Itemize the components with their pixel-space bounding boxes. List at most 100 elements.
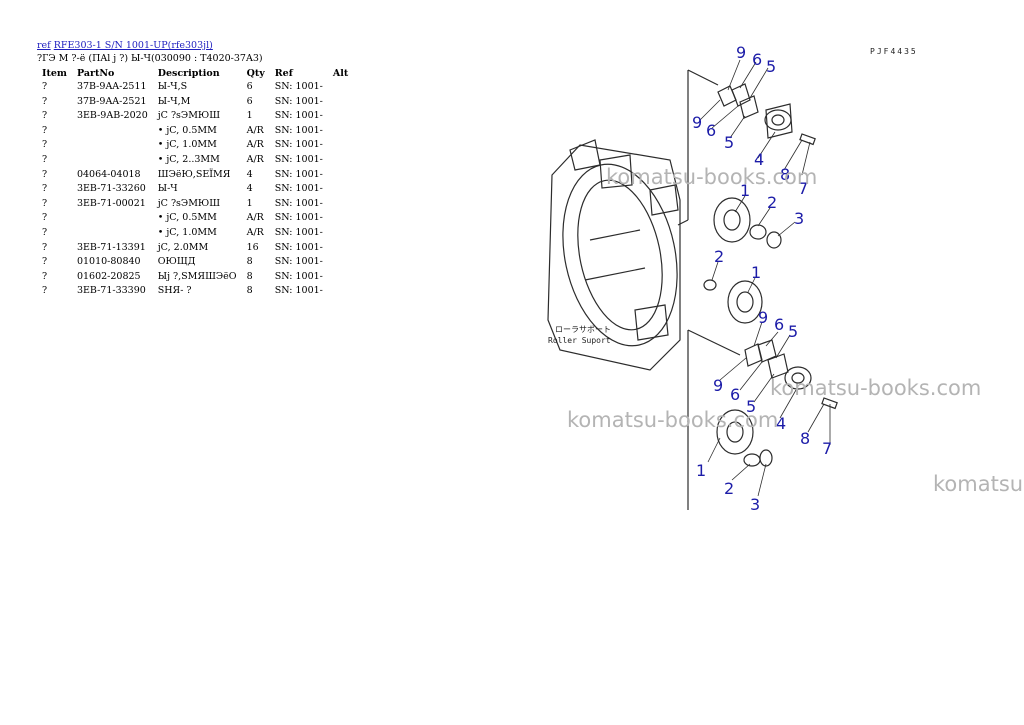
table-row: ? 3EB-71-33390 SНЯ- ? 8 SN: 1001-: [37, 285, 353, 300]
cell-partno: 3EB-71-33260: [76, 183, 146, 195]
cell-qty: A/R: [246, 124, 264, 136]
col-ref-header: Ref: [274, 68, 293, 79]
cell-qty: 16: [246, 241, 259, 253]
callout-number: 9: [692, 113, 702, 132]
table-row: ? 37B-9AA-2521 Ы-Ч,M 6 SN: 1001-: [37, 96, 353, 111]
cell-ref: SN: 1001-: [274, 270, 323, 282]
parts-table: Item PartNo Description Qty Ref Alt ? 37B…: [37, 66, 353, 300]
table-row: ? 01010-80840 ОЮЩД 8 SN: 1001-: [37, 256, 353, 271]
cell-item: ?: [42, 95, 48, 107]
cell-partno: [72, 212, 153, 227]
col-qty-header: Qty: [246, 68, 265, 79]
cell-description: Ы-Ч,M: [157, 95, 191, 107]
cell-alt: [328, 242, 353, 257]
cell-alt: [328, 110, 353, 125]
parts-diagram: 9 6 59 65487123219 6 59 65487123 PJF4435 ローラサポ…: [547, 43, 918, 514]
watermark: komatsu: [933, 472, 1024, 496]
cell-partno: 3EB-9AB-2020: [76, 110, 148, 122]
callout-number: 2: [714, 247, 724, 266]
cell-partno: 01010-80840: [76, 256, 141, 268]
cell-description: • jC, 1.0MM: [157, 139, 217, 151]
table-row: ? 3EB-9AB-2020 jC ?sЭМЮШ 1 SN: 1001-: [37, 110, 353, 125]
cell-alt: [328, 139, 353, 154]
callout-number: 8: [800, 429, 810, 448]
cell-ref: SN: 1001-: [274, 139, 323, 151]
cell-alt: [328, 169, 353, 184]
cell-alt: [328, 154, 353, 169]
callout-number: 9: [736, 43, 746, 62]
callout-number: 3: [750, 495, 760, 514]
cell-ref: SN: 1001-: [274, 226, 323, 238]
cell-alt: [328, 285, 353, 300]
page-subtitle: ?ГЭ М ?-ё (ПAl j ?) Ы-Ч(030090 : T4020-3…: [37, 53, 263, 64]
cell-description: jC ?sЭМЮШ: [157, 197, 221, 209]
callout-number: 1: [696, 461, 706, 480]
cell-ref: SN: 1001-: [274, 241, 323, 253]
cell-partno: [72, 154, 153, 169]
callout-number: 7: [822, 439, 832, 458]
callout-number: 3: [794, 209, 804, 228]
cell-qty: 8: [246, 256, 253, 268]
cell-alt: [328, 198, 353, 213]
model-link[interactable]: RFE303-1 S/N 1001-UP(rfe303jl): [54, 40, 213, 51]
callout-number: 6: [730, 385, 740, 404]
cell-description: SНЯ- ?: [157, 285, 192, 297]
cell-partno: 01602-20825: [76, 270, 141, 282]
cell-alt: [328, 125, 353, 140]
diagram-code: PJF4435: [870, 47, 918, 56]
callout-number: 5: [788, 322, 798, 341]
cell-description: • jC, 0.5MM: [157, 124, 217, 136]
cell-partno: [72, 139, 153, 154]
cell-ref: SN: 1001-: [274, 95, 323, 107]
cell-partno: 3EB-71-00021: [76, 197, 146, 209]
cell-alt: [328, 227, 353, 242]
cell-qty: 8: [246, 285, 253, 297]
callout-number: 2: [724, 479, 734, 498]
table-row: ? • jC, 0.5MM A/R SN: 1001-: [37, 125, 353, 140]
table-row: ? 3EB-71-13391 jC, 2.0MM 16 SN: 1001-: [37, 242, 353, 257]
cell-item: ?: [42, 212, 48, 224]
cell-qty: A/R: [246, 212, 264, 224]
watermark: komatsu-books.com: [770, 376, 982, 400]
cell-partno: 37B-9AA-2511: [76, 81, 147, 92]
col-alt-header: Alt: [332, 68, 349, 79]
table-row: ? 3EB-71-00021 jC ?sЭМЮШ 1 SN: 1001-: [37, 198, 353, 213]
cell-description: • jC, 0.5MM: [157, 212, 217, 224]
cell-qty: A/R: [246, 153, 264, 165]
table-row: ? • jC, 1.0MM A/R SN: 1001-: [37, 139, 353, 154]
table-row: ? 37B-9AA-2511 Ы-Ч,S 6 SN: 1001-: [37, 81, 353, 96]
cell-alt: [328, 96, 353, 111]
col-partno-header: PartNo: [76, 68, 115, 79]
cell-item: ?: [42, 197, 48, 209]
cell-ref: SN: 1001-: [274, 124, 323, 136]
cell-ref: SN: 1001-: [274, 153, 323, 165]
callout-number: 2: [767, 193, 777, 212]
cell-description: jC ?sЭМЮШ: [157, 110, 221, 122]
cell-description: • jC, 1.0MM: [157, 226, 217, 238]
cell-alt: [328, 183, 353, 198]
cell-qty: 6: [246, 95, 253, 107]
diagram-en-label: Roller Suport: [548, 336, 611, 345]
cell-ref: SN: 1001-: [274, 256, 323, 268]
cell-partno: 3EB-71-13391: [76, 241, 146, 253]
callout-number: 9: [758, 308, 768, 327]
cell-qty: 4: [246, 183, 253, 195]
col-description-header: Description: [157, 68, 220, 79]
cell-qty: 1: [246, 110, 253, 122]
callout-number: 5: [724, 133, 734, 152]
ref-link[interactable]: ref: [37, 40, 51, 51]
cell-qty: 8: [246, 270, 253, 282]
table-row: ? 3EB-71-33260 Ы-Ч 4 SN: 1001-: [37, 183, 353, 198]
header: ref RFE303-1 S/N 1001-UP(rfe303jl) ?ГЭ М…: [37, 39, 263, 65]
cell-ref: SN: 1001-: [274, 212, 323, 224]
parts-table-body: ? 37B-9AA-2511 Ы-Ч,S 6 SN: 1001-? 37B-9AA-252…: [37, 81, 353, 300]
breadcrumb: ref RFE303-1 S/N 1001-UP(rfe303jl): [37, 39, 263, 52]
table-row: ? • jC, 1.0MM A/R SN: 1001-: [37, 227, 353, 242]
cell-ref: SN: 1001-: [274, 81, 323, 92]
watermark: komatsu-books.com: [567, 408, 779, 432]
cell-alt: [328, 81, 353, 96]
callout-number: 5: [766, 57, 776, 76]
cell-item: ?: [42, 241, 48, 253]
cell-partno: 37B-9AA-2521: [76, 95, 147, 107]
cell-item: ?: [42, 168, 48, 180]
